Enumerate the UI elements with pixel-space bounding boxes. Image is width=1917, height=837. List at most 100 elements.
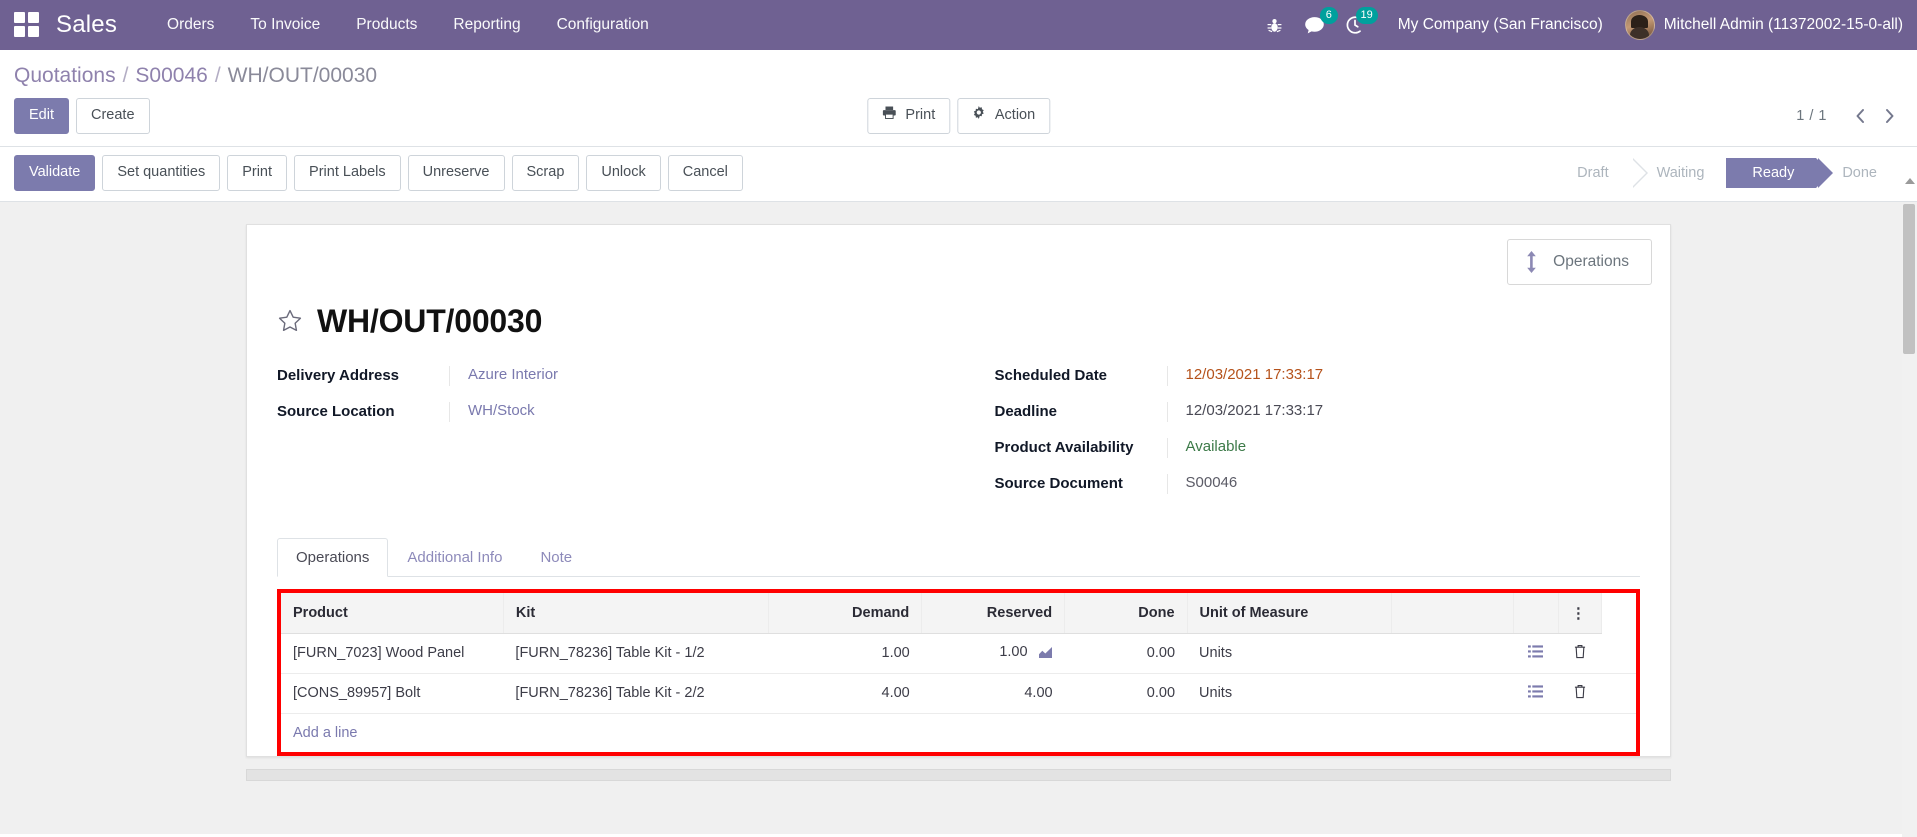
tab-operations[interactable]: Operations (277, 537, 389, 577)
bug-icon[interactable] (1258, 8, 1292, 42)
cell-delete-action (1558, 633, 1602, 674)
add-a-line-button[interactable]: Add a line (281, 714, 1601, 752)
table-header: Product Kit Demand Reserved Done Unit of… (281, 592, 1636, 634)
field-label-delivery-address: Delivery Address (277, 366, 400, 384)
cell-done[interactable]: 0.00 (1064, 673, 1188, 714)
print-dropdown-button[interactable]: Print (866, 98, 951, 134)
column-header-unit-of-measure[interactable]: Unit of Measure (1187, 592, 1392, 634)
notebook-tabs: Operations Additional Info Note (277, 537, 1640, 577)
clock-icon[interactable]: 19 (1338, 7, 1378, 42)
nav-item-to-invoice[interactable]: To Invoice (232, 10, 338, 40)
validate-button[interactable]: Validate (14, 154, 96, 191)
breadcrumb-item-quotations[interactable]: Quotations (14, 64, 116, 88)
field-scheduled-date: Scheduled Date 12/03/2021 17:33:17 (994, 365, 1611, 386)
tab-note[interactable]: Note (521, 538, 591, 577)
column-header-done[interactable]: Done (1064, 592, 1188, 634)
form-column-left: Delivery Address Azure Interior Source L… (277, 365, 959, 510)
unlock-button[interactable]: Unlock (586, 154, 661, 191)
cell-demand[interactable]: 1.00 (768, 633, 922, 674)
nav-item-orders[interactable]: Orders (149, 10, 232, 40)
cell-product[interactable]: [CONS_89957] Bolt (281, 673, 504, 714)
cell-product[interactable]: [FURN_7023] Wood Panel (281, 633, 504, 674)
trash-icon[interactable] (1573, 644, 1587, 659)
field-label-source-document: Source Document (994, 474, 1123, 492)
stage-ready[interactable]: Ready (1726, 157, 1834, 188)
table-row-add[interactable]: Add a line (281, 713, 1636, 752)
cell-delete-action (1558, 673, 1602, 714)
breadcrumb: Quotations / S00046 / WH/OUT/00030 (0, 50, 1917, 88)
breadcrumb-item-s00046[interactable]: S00046 (135, 64, 207, 88)
action-dropdown-button[interactable]: Action (957, 98, 1051, 134)
cell-spacer (1391, 633, 1514, 674)
list-icon[interactable] (1528, 644, 1544, 658)
operations-table-highlight: Product Kit Demand Reserved Done Unit of… (277, 588, 1640, 756)
cell-unit-of-measure[interactable]: Units (1187, 633, 1392, 674)
cell-reserved[interactable]: 1.00 (921, 633, 1065, 674)
field-label-deadline: Deadline (994, 402, 1058, 420)
smart-buttons-row: Operations (247, 225, 1670, 285)
field-value-source-location[interactable]: WH/Stock (449, 401, 929, 422)
trash-icon[interactable] (1573, 684, 1587, 699)
user-name-label: Mitchell Admin (11372002-15-0-all) (1663, 16, 1903, 33)
page-title: WH/OUT/00030 (317, 302, 543, 339)
field-label-scheduled-date: Scheduled Date (994, 366, 1108, 384)
print-labels-button[interactable]: Print Labels (294, 154, 401, 191)
form-column-right: Scheduled Date 12/03/2021 17:33:17 Deadl… (959, 365, 1641, 510)
cell-kit[interactable]: [FURN_78236] Table Kit - 2/2 (503, 673, 769, 714)
cell-reserved[interactable]: 4.00 (921, 673, 1065, 714)
field-value-delivery-address[interactable]: Azure Interior (449, 365, 929, 386)
tab-additional-info[interactable]: Additional Info (388, 538, 521, 577)
user-menu[interactable]: Mitchell Admin (11372002-15-0-all) (1624, 10, 1903, 40)
page-scrollbar[interactable] (1902, 178, 1917, 837)
column-header-reserved[interactable]: Reserved (921, 592, 1066, 634)
action-button-label: Action (994, 107, 1036, 123)
column-header-kit[interactable]: Kit (503, 592, 770, 634)
field-source-document: Source Document S00046 (994, 473, 1611, 494)
column-header-product[interactable]: Product (281, 592, 504, 634)
stage-draft[interactable]: Draft (1561, 157, 1649, 188)
cell-kit[interactable]: [FURN_78236] Table Kit - 1/2 (503, 633, 769, 674)
set-quantities-button[interactable]: Set quantities (102, 154, 221, 191)
scroll-up-arrow-icon[interactable] (1905, 178, 1915, 184)
traceability-chart-icon[interactable] (1038, 646, 1053, 662)
apps-grid-icon[interactable] (14, 12, 40, 38)
nav-item-products[interactable]: Products (338, 10, 435, 40)
create-button[interactable]: Create (76, 98, 150, 134)
table-row[interactable]: [FURN_7023] Wood Panel [FURN_78236] Tabl… (281, 633, 1636, 674)
field-value-source-document: S00046 (1166, 473, 1611, 494)
cell-optional-spacer (1601, 673, 1636, 714)
optional-columns-toggle[interactable]: ⋮ (1558, 592, 1602, 634)
cell-demand[interactable]: 4.00 (768, 673, 922, 714)
scrap-button[interactable]: Scrap (511, 154, 580, 191)
field-value-scheduled-date: 12/03/2021 17:33:17 (1166, 365, 1611, 386)
list-icon[interactable] (1528, 684, 1544, 698)
company-switcher[interactable]: My Company (San Francisco) (1398, 16, 1603, 34)
column-header-demand[interactable]: Demand (768, 592, 923, 634)
field-product-availability: Product Availability Available (995, 437, 1611, 458)
app-brand-sales[interactable]: Sales (56, 11, 117, 39)
column-header-spacer (1391, 592, 1515, 634)
pager-previous-icon[interactable] (1847, 103, 1873, 129)
cancel-button[interactable]: Cancel (667, 154, 743, 191)
star-outline-icon[interactable] (277, 308, 303, 334)
print-button[interactable]: Print (227, 154, 288, 191)
unreserve-button[interactable]: Unreserve (407, 154, 505, 191)
nav-item-reporting[interactable]: Reporting (435, 10, 538, 40)
field-value-product-availability: Available (1166, 437, 1611, 458)
page-scrollbar-thumb[interactable] (1903, 178, 1915, 354)
cell-done[interactable]: 0.00 (1064, 633, 1188, 674)
cell-reserved-value: 1.00 (999, 644, 1028, 660)
nav-item-configuration[interactable]: Configuration (539, 10, 667, 40)
messages-icon[interactable]: 6 (1298, 7, 1338, 42)
table-row[interactable]: [CONS_89957] Bolt [FURN_78236] Table Kit… (281, 673, 1636, 714)
form-groups: Delivery Address Azure Interior Source L… (277, 365, 1641, 510)
pager-next-icon[interactable] (1877, 103, 1903, 129)
field-source-location: Source Location WH/Stock (277, 401, 929, 422)
statusbar-buttons: Validate Set quantities Print Print Labe… (14, 154, 743, 191)
activities-count-badge: 19 (1355, 7, 1378, 24)
edit-button[interactable]: Edit (14, 98, 69, 134)
table-header-row: Product Kit Demand Reserved Done Unit of… (281, 592, 1636, 634)
cell-unit-of-measure[interactable]: Units (1187, 673, 1392, 714)
cell-optional-spacer (1601, 633, 1636, 674)
smart-button-operations[interactable]: Operations (1507, 238, 1652, 285)
